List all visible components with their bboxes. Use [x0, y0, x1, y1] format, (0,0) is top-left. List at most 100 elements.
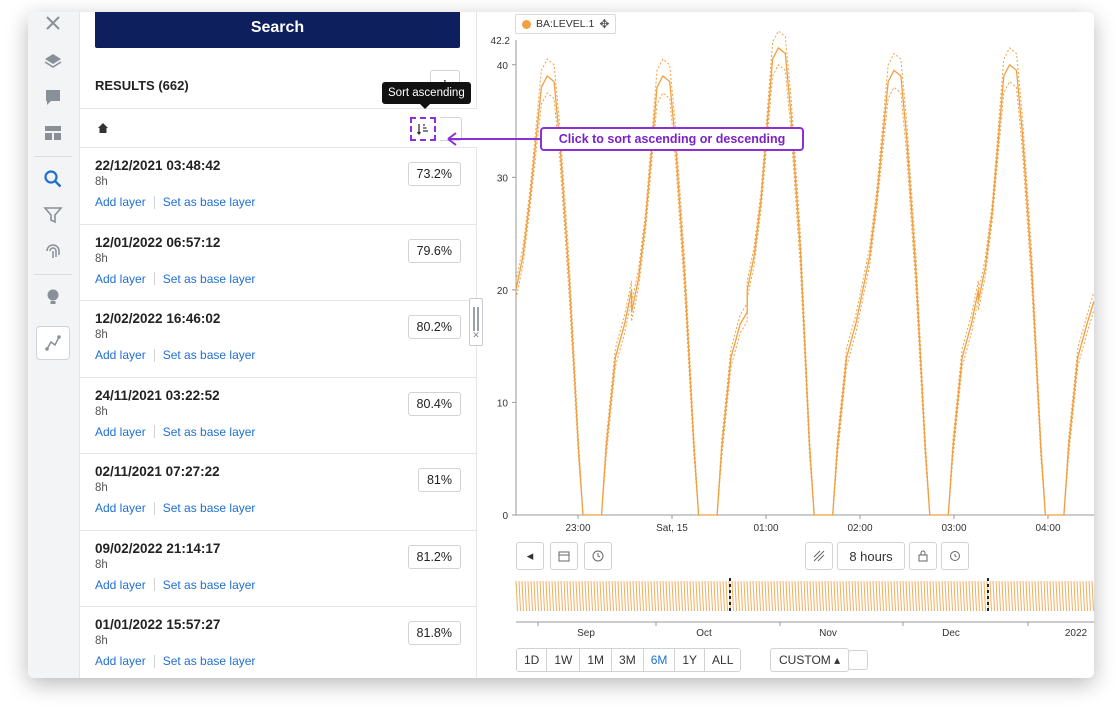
result-actions: Add layer Set as base layer: [95, 578, 255, 592]
y-tick-label: 30: [497, 173, 509, 184]
range-1m[interactable]: 1M: [580, 649, 613, 671]
add-layer-link[interactable]: Add layer: [95, 501, 146, 515]
result-duration: 8h: [95, 176, 108, 188]
scroll-left-button[interactable]: ◂: [516, 542, 544, 570]
range-all[interactable]: ALL: [705, 649, 741, 671]
results-panel: Search RESULTS (662) ⋮ Sort ascending 22…: [80, 12, 477, 678]
x-tick-label: 23:00: [565, 523, 590, 534]
callout-arrow: [447, 132, 540, 146]
comment-icon[interactable]: [36, 80, 70, 114]
icon-rail: [28, 12, 80, 678]
custom-range-button[interactable]: CUSTOM ▴: [770, 648, 850, 672]
result-date: 22/12/2021 03:48:42: [95, 158, 221, 173]
x-tick-label: Sat, 15: [656, 523, 688, 534]
lightbulb-icon[interactable]: [36, 280, 70, 314]
calendar-icon[interactable]: [550, 542, 578, 570]
range-1y[interactable]: 1Y: [675, 649, 706, 671]
search-icon[interactable]: [36, 162, 70, 196]
trend-chart: BA:LEVEL.1 ✥ 0 10 20 30 40 42.2 23:00 Sat, 15 01…: [478, 12, 1094, 678]
result-date: 01/01/2022 15:57:27: [95, 617, 221, 632]
result-score: 81%: [417, 468, 461, 492]
set-base-layer-link[interactable]: Set as base layer: [163, 654, 256, 668]
results-list: 22/12/2021 03:48:42 8h Add layer Set as bas…: [80, 148, 477, 678]
navigator-tick-label: Oct: [696, 628, 712, 639]
set-base-layer-link[interactable]: Set as base layer: [163, 425, 256, 439]
result-actions: Add layer Set as base layer: [95, 654, 255, 668]
result-score: 81.8%: [407, 621, 461, 645]
add-layer-link[interactable]: Add layer: [95, 272, 146, 286]
result-score: 80.2%: [407, 315, 461, 339]
result-row[interactable]: 01/01/2022 15:57:27 8h Add layer Set as bas…: [80, 607, 477, 678]
layers-icon[interactable]: [36, 44, 70, 78]
range-3m[interactable]: 3M: [612, 649, 644, 671]
scatter-analysis-icon[interactable]: [36, 326, 70, 360]
navigator-tick-label: Dec: [942, 628, 960, 639]
result-row[interactable]: 02/11/2021 07:27:22 8h Add layer Set as bas…: [80, 454, 477, 531]
result-row[interactable]: 22/12/2021 03:48:42 8h Add layer Set as bas…: [80, 148, 477, 225]
chart-style-icon[interactable]: [805, 542, 833, 570]
add-layer-link[interactable]: Add layer: [95, 425, 146, 439]
duration-selector[interactable]: 8 hours: [837, 542, 905, 570]
home-icon[interactable]: [97, 122, 109, 134]
custom-range-icon[interactable]: [848, 650, 868, 670]
result-duration: 8h: [95, 252, 108, 265]
annotation-callout: Click to sort ascending or descending: [540, 127, 804, 151]
result-row[interactable]: 12/01/2022 06:57:12 8h Add layer Set as bas…: [80, 225, 477, 301]
y-tick-label: 20: [497, 286, 509, 297]
y-max-label: 42.2: [491, 36, 511, 47]
history-icon[interactable]: [941, 542, 969, 570]
result-actions: Add layer Set as base layer: [95, 425, 255, 439]
clock-icon[interactable]: [584, 542, 612, 570]
range-1d[interactable]: 1D: [517, 649, 548, 671]
result-duration: 8h: [95, 635, 108, 647]
result-actions: Add layer Set as base layer: [95, 272, 255, 286]
result-date: 02/11/2021 07:27:22: [95, 464, 220, 479]
dashboard-icon[interactable]: [36, 116, 70, 150]
results-count: RESULTS (662): [95, 78, 189, 93]
y-tick-label: 0: [502, 511, 508, 522]
add-layer-link[interactable]: Add layer: [95, 348, 146, 362]
result-score: 79.6%: [407, 238, 461, 263]
tools-icon[interactable]: [36, 12, 70, 40]
set-base-layer-link[interactable]: Set as base layer: [163, 272, 256, 286]
result-date: 24/11/2021 03:22:52: [95, 387, 220, 403]
result-row[interactable]: 24/11/2021 03:22:52 8h Add layer Set as bas…: [80, 378, 477, 454]
result-actions: Add layer Set as base layer: [95, 348, 255, 362]
navigator-series: [515, 580, 1094, 612]
set-base-layer-link[interactable]: Set as base layer: [163, 348, 256, 362]
result-date: 12/02/2022 16:46:02: [95, 311, 221, 326]
lock-icon[interactable]: [909, 542, 937, 570]
result-duration: 8h: [95, 329, 108, 341]
set-base-layer-link[interactable]: Set as base layer: [163, 501, 256, 515]
filter-icon[interactable]: [36, 198, 70, 232]
result-actions: Add layer Set as base layer: [95, 501, 255, 515]
result-duration: 8h: [95, 482, 108, 494]
add-layer-link[interactable]: Add layer: [95, 578, 146, 592]
result-row[interactable]: 12/02/2022 16:46:02 8h Add layer Set as bas…: [80, 301, 477, 378]
result-duration: 8h: [95, 405, 108, 418]
sort-icon: [416, 124, 428, 136]
add-layer-link[interactable]: Add layer: [95, 195, 146, 209]
set-base-layer-link[interactable]: Set as base layer: [163, 578, 256, 592]
navigator-tick-label: Nov: [819, 628, 837, 639]
x-tick-label: 04:00: [1035, 523, 1060, 534]
result-row[interactable]: 09/02/2022 21:14:17 8h Add layer Set as bas…: [80, 531, 477, 607]
x-tick-label: 01:00: [753, 523, 778, 534]
chart-plot[interactable]: 0 10 20 30 40 42.2 23:00 Sat, 15 01:00 02:00 03:00…: [478, 12, 1094, 678]
search-button[interactable]: Search: [95, 12, 460, 48]
result-duration: 8h: [95, 558, 108, 571]
x-tick-label: 03:00: [941, 523, 966, 534]
x-tick-label: 02:00: [847, 523, 872, 534]
range-buttons: 1D 1W 1M 3M 6M 1Y ALL: [516, 648, 742, 672]
result-date: 09/02/2022 21:14:17: [95, 540, 221, 556]
set-base-layer-link[interactable]: Set as base layer: [163, 195, 256, 209]
range-6m[interactable]: 6M: [643, 649, 676, 671]
sort-toggle-button[interactable]: [410, 117, 436, 141]
y-tick-label: 10: [497, 398, 509, 409]
navigator-tick-label: 2022: [1065, 628, 1088, 639]
result-score: 80.4%: [407, 391, 461, 416]
add-layer-link[interactable]: Add layer: [95, 654, 146, 668]
range-1w[interactable]: 1W: [547, 649, 581, 671]
result-actions: Add layer Set as base layer: [95, 195, 255, 209]
fingerprint-icon[interactable]: [36, 234, 70, 268]
